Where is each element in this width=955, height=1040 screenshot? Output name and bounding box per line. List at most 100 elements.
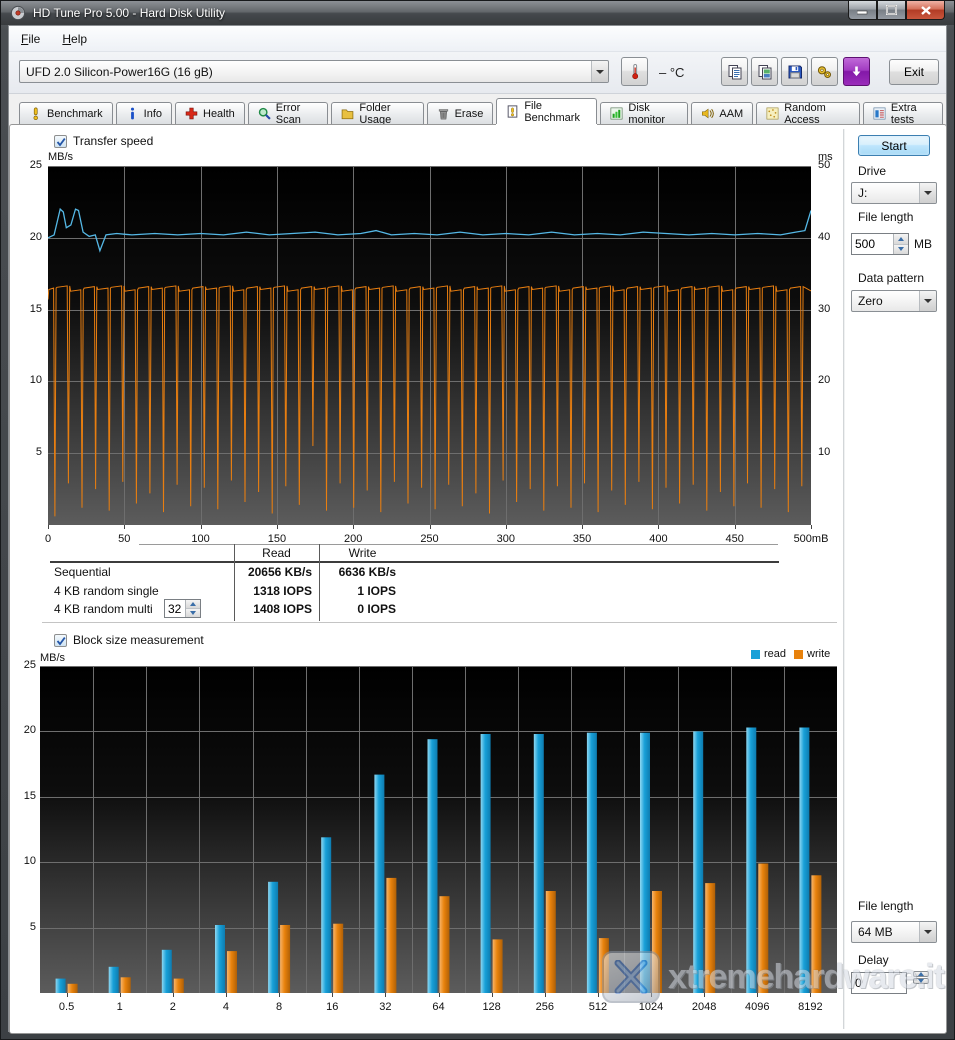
queue-depth-input[interactable] [165, 600, 185, 617]
tab-info[interactable]: Info [116, 102, 172, 124]
info-icon [126, 107, 139, 120]
x-axis-tick [332, 993, 333, 997]
spin-up-button[interactable] [894, 234, 908, 245]
file-length-label: File length [858, 210, 913, 224]
delay-field[interactable] [851, 972, 907, 994]
chevron-down-icon [919, 183, 936, 203]
tab-erase[interactable]: Erase [427, 102, 494, 124]
options-button[interactable] [811, 57, 838, 86]
row-read-value: 1408 IOPS [238, 602, 312, 616]
x-axis-tick-label: 100 [176, 533, 226, 545]
read-header: Read [235, 546, 318, 560]
x-axis-tick-label: 250 [405, 533, 455, 545]
x-axis-tick-label: 150 [252, 533, 302, 545]
tab-random-access[interactable]: Random Access [756, 102, 860, 124]
spin-down-button[interactable] [894, 245, 908, 255]
thermometer-icon [627, 63, 643, 80]
x-axis-tick-label: 500mB [786, 533, 836, 545]
temperature-button[interactable] [621, 57, 648, 86]
y-axis-tick-label: 20 [10, 724, 36, 736]
row-write-value: 6636 KB/s [324, 565, 396, 579]
title-bar[interactable]: HD Tune Pro 5.00 - Hard Disk Utility [1, 1, 954, 25]
x-axis-tick [124, 525, 125, 529]
disk-monitor-icon [610, 107, 623, 120]
file-length-input[interactable] [852, 234, 893, 254]
y-axis-tick-label: 20 [16, 231, 42, 243]
queue-depth-stepper[interactable] [164, 599, 201, 618]
x-axis-tick-label: 450 [710, 533, 760, 545]
block-size-checkbox[interactable] [54, 634, 67, 647]
y-axis-tick-label: 15 [16, 303, 42, 315]
download-arrow-icon [849, 64, 864, 80]
client-area: FileHelp UFD 2.0 Silicon-Power16G (16 gB… [8, 25, 947, 1032]
spin-up-button[interactable] [913, 971, 929, 977]
write-legend-swatch [794, 650, 803, 659]
transfer-speed-checkbox[interactable] [54, 135, 67, 148]
row-label: 4 KB random single [54, 584, 159, 598]
x-axis-category-label: 4 [201, 1001, 251, 1013]
y-axis-tick-label: 10 [16, 374, 42, 386]
minimize-button[interactable] [848, 1, 877, 20]
app-icon [10, 5, 26, 21]
close-button[interactable] [906, 1, 945, 20]
update-button[interactable] [843, 57, 870, 86]
toolbar: UFD 2.0 Silicon-Power16G (16 gB) – °C [9, 52, 946, 94]
x-axis-tick [48, 525, 49, 529]
menu-help[interactable]: Help [52, 29, 97, 49]
file-benchmark-icon [506, 105, 519, 118]
tab-benchmark[interactable]: Benchmark [19, 102, 113, 124]
tab-extra-tests[interactable]: Extra tests [863, 102, 943, 124]
delay-input[interactable] [852, 973, 906, 993]
drive-select-value: J: [852, 186, 919, 200]
start-button[interactable]: Start [858, 135, 930, 156]
y-axis-unit-label: MB/s [48, 151, 73, 163]
x-axis-tick-label: 0 [23, 533, 73, 545]
chevron-down-icon [919, 291, 936, 311]
row-write-value: 1 IOPS [324, 584, 396, 598]
row-label: 4 KB random multi [54, 602, 153, 616]
tab-disk-monitor[interactable]: Disk monitor [600, 102, 688, 124]
tab-error-scan[interactable]: Error Scan [248, 102, 329, 124]
x-axis-tick [506, 525, 507, 529]
save-button[interactable] [781, 57, 808, 86]
tab-strip: BenchmarkInfoHealthError ScanFolder Usag… [19, 98, 946, 124]
menu-file[interactable]: File [11, 29, 50, 49]
file-length-stepper[interactable] [851, 233, 909, 255]
tab-file-benchmark[interactable]: File Benchmark [496, 98, 597, 124]
tab-folder-usage[interactable]: Folder Usage [331, 102, 423, 124]
exit-button[interactable]: Exit [889, 59, 939, 85]
write-header: Write [321, 546, 404, 560]
app-window: HD Tune Pro 5.00 - Hard Disk Utility Fil… [0, 0, 955, 1040]
spin-down-button[interactable] [186, 609, 200, 617]
x-axis-tick [658, 525, 659, 529]
x-axis-tick [67, 993, 68, 997]
x-axis-tick [277, 525, 278, 529]
chevron-down-icon [591, 61, 608, 82]
data-pattern-label: Data pattern [858, 271, 924, 285]
write-legend-label: write [807, 648, 830, 660]
copy-text-button[interactable] [721, 57, 748, 86]
maximize-button[interactable] [877, 1, 906, 20]
block-file-length-select[interactable]: 64 MB [851, 921, 937, 943]
drive-label: Drive [858, 164, 886, 178]
row-write-value: 0 IOPS [324, 602, 396, 616]
temperature-readout: – °C [659, 65, 684, 80]
data-pattern-select[interactable]: Zero [851, 290, 937, 312]
spin-down-button[interactable] [913, 978, 929, 984]
right-axis-tick-label: 10 [818, 446, 830, 458]
block-size-chart [40, 666, 837, 999]
tab-aam[interactable]: AAM [691, 102, 753, 124]
spin-up-button[interactable] [186, 600, 200, 609]
device-select[interactable]: UFD 2.0 Silicon-Power16G (16 gB) [19, 60, 609, 83]
x-axis-tick [226, 993, 227, 997]
x-axis-tick-label: 200 [328, 533, 378, 545]
x-axis-tick-label: 400 [633, 533, 683, 545]
x-axis-tick [120, 993, 121, 997]
drive-select[interactable]: J: [851, 182, 937, 204]
y-axis-tick-label: 15 [10, 790, 36, 802]
x-axis-tick-label: 50 [99, 533, 149, 545]
x-axis-tick-label: 300 [481, 533, 531, 545]
x-axis-tick [757, 993, 758, 997]
copy-image-button[interactable] [751, 57, 778, 86]
tab-health[interactable]: Health [175, 102, 245, 124]
